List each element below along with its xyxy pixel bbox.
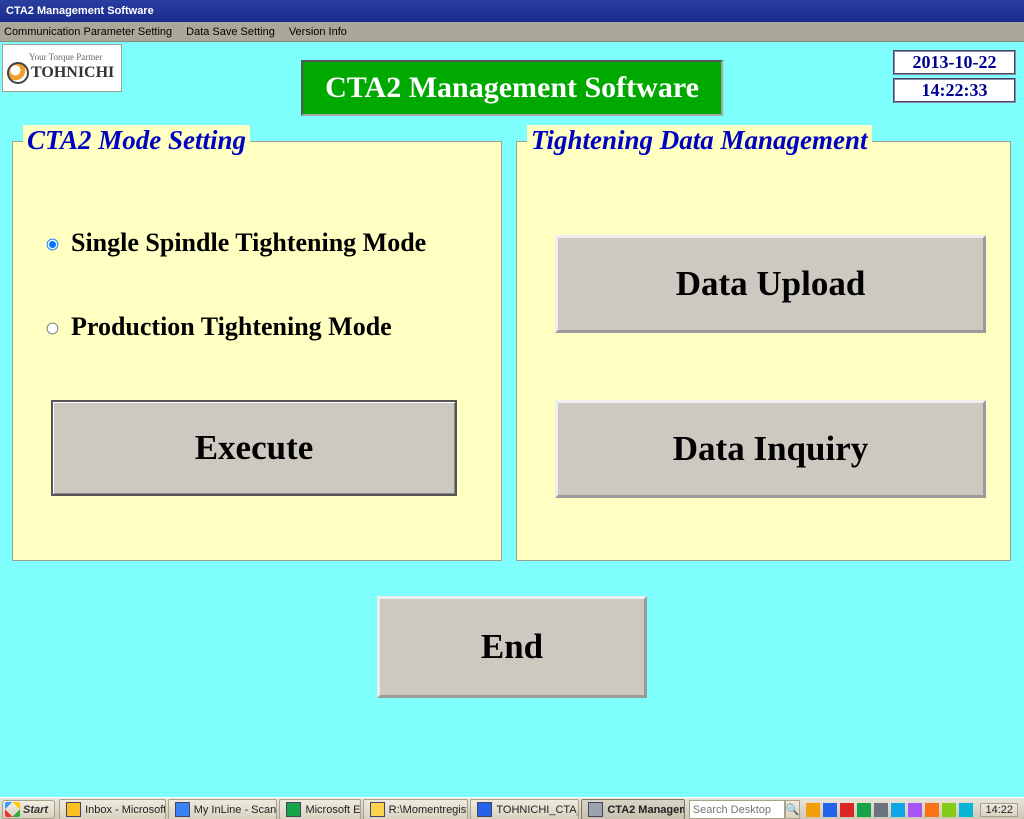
- word-icon: [477, 802, 492, 817]
- menu-comm-param[interactable]: Communication Parameter Setting: [4, 26, 172, 38]
- folder-icon: [370, 802, 385, 817]
- radio-production-input[interactable]: [47, 323, 59, 335]
- data-upload-button[interactable]: Data Upload: [555, 235, 986, 333]
- tray-icon-9[interactable]: [942, 803, 956, 817]
- logo-mark-icon: [7, 62, 29, 84]
- panel-data-management: Tightening Data Management Data Upload D…: [516, 141, 1011, 561]
- window-titlebar: CTA2 Management Software: [0, 0, 1024, 22]
- logo-brand: TOHNICHI: [31, 64, 114, 82]
- tray-icon-8[interactable]: [925, 803, 939, 817]
- task-inline[interactable]: My InLine - Scania In…: [168, 799, 278, 819]
- task-tohnichi-doc-label: TOHNICHI_CTA_Blå…: [496, 804, 579, 816]
- tray-icon-6[interactable]: [891, 803, 905, 817]
- task-cta2-app-label: CTA2 Managemen…: [607, 804, 684, 816]
- tray-icon-2[interactable]: [823, 803, 837, 817]
- radio-production[interactable]: Production Tightening Mode: [41, 312, 392, 342]
- data-inquiry-button[interactable]: Data Inquiry: [555, 400, 986, 498]
- window-title: CTA2 Management Software: [6, 5, 154, 17]
- task-excel[interactable]: Microsoft Excel: [279, 799, 360, 819]
- task-tohnichi-doc[interactable]: TOHNICHI_CTA_Blå…: [470, 799, 579, 819]
- start-label: Start: [23, 804, 48, 816]
- end-button[interactable]: End: [377, 596, 647, 698]
- task-cta2-app[interactable]: CTA2 Managemen…: [581, 799, 684, 819]
- taskbar-clock[interactable]: 14:22: [980, 803, 1018, 817]
- date-display: 2013-10-22: [893, 50, 1016, 75]
- task-folder[interactable]: R:\Momentregistrering: [363, 799, 469, 819]
- system-tray: 14:22: [806, 803, 1022, 817]
- task-inbox[interactable]: Inbox - Microsoft Ou…: [59, 799, 166, 819]
- tray-icon-7[interactable]: [908, 803, 922, 817]
- task-excel-label: Microsoft Excel: [305, 804, 360, 816]
- ie-icon: [175, 802, 190, 817]
- start-button[interactable]: Start: [2, 800, 55, 819]
- search-button[interactable]: 🔍: [785, 800, 801, 819]
- tray-icon-1[interactable]: [806, 803, 820, 817]
- menu-version[interactable]: Version Info: [289, 26, 347, 38]
- app-banner: CTA2 Management Software: [301, 60, 723, 116]
- magnifier-icon: 🔍: [786, 803, 800, 816]
- excel-icon: [286, 802, 301, 817]
- taskbar: Start Inbox - Microsoft Ou… My InLine - …: [0, 797, 1024, 819]
- logo-brand-row: TOHNICHI: [7, 62, 114, 84]
- radio-single-spindle-label: Single Spindle Tightening Mode: [71, 228, 426, 258]
- time-display: 14:22:33: [893, 78, 1016, 103]
- tray-icon-4[interactable]: [857, 803, 871, 817]
- panel-data-title: Tightening Data Management: [527, 125, 872, 156]
- outlook-icon: [66, 802, 81, 817]
- menubar: Communication Parameter Setting Data Sav…: [0, 22, 1024, 42]
- task-folder-label: R:\Momentregistrering: [389, 804, 469, 816]
- tohnichi-logo: Your Torque Partner TOHNICHI: [2, 44, 122, 92]
- radio-production-label: Production Tightening Mode: [71, 312, 392, 342]
- task-inbox-label: Inbox - Microsoft Ou…: [85, 804, 166, 816]
- panel-mode-setting: CTA2 Mode Setting Single Spindle Tighten…: [12, 141, 502, 561]
- tray-icon-5[interactable]: [874, 803, 888, 817]
- windows-logo-icon: [5, 802, 20, 817]
- tray-icon-3[interactable]: [840, 803, 854, 817]
- desktop-search-input[interactable]: [689, 800, 785, 819]
- client-area: Your Torque Partner TOHNICHI CTA2 Manage…: [0, 42, 1024, 797]
- panel-mode-title: CTA2 Mode Setting: [23, 125, 250, 156]
- execute-button[interactable]: Execute: [51, 400, 457, 496]
- logo-tagline: Your Torque Partner: [29, 52, 102, 62]
- menu-data-save[interactable]: Data Save Setting: [186, 26, 275, 38]
- radio-single-spindle[interactable]: Single Spindle Tightening Mode: [41, 228, 426, 258]
- tray-icon-10[interactable]: [959, 803, 973, 817]
- app-icon: [588, 802, 603, 817]
- radio-single-spindle-input[interactable]: [47, 239, 59, 251]
- task-inline-label: My InLine - Scania In…: [194, 804, 278, 816]
